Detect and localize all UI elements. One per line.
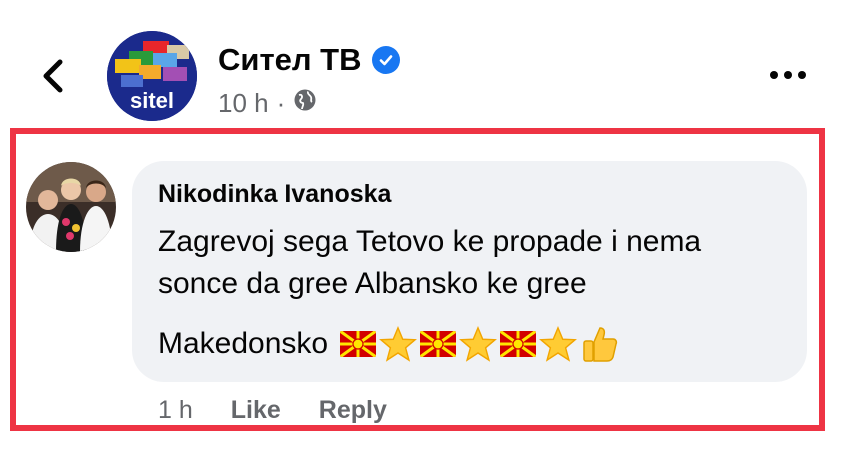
page-avatar[interactable]: sitel [107,31,197,121]
reply-button[interactable]: Reply [319,396,387,425]
commenter-avatar[interactable] [26,162,116,252]
emoji-row [340,324,620,364]
comment-text-line: sonce da gree Albansko ke gree [158,267,587,300]
comment-text-line: Zagrevoj sega Tetovo ke propade i nema [158,225,702,258]
star-icon [459,325,498,362]
more-dot-icon [798,71,806,79]
more-dot-icon [770,71,778,79]
star-icon [539,325,578,362]
svg-text:sitel: sitel [130,88,174,113]
more-dot-icon [784,71,792,79]
star-icon [379,325,418,362]
chevron-left-icon [43,59,63,93]
comment-author[interactable]: Nikodinka Ivanoska [158,180,391,209]
verified-badge-icon [371,46,400,74]
commenter-photo [26,162,116,252]
back-button[interactable] [36,56,70,96]
post-time[interactable]: 10 h [218,88,269,119]
comment-text-line: Makedonsko [158,324,620,364]
globe-icon [293,88,317,119]
post-meta: 10 h · [218,88,317,119]
sitel-logo: sitel [107,31,197,121]
macedonia-flag-icon [420,331,457,357]
like-button[interactable]: Like [231,396,281,425]
more-options-button[interactable] [768,62,808,88]
thumbs-up-icon [583,327,618,362]
comment-actions: 1 h Like Reply [158,396,387,425]
meta-separator: · [276,88,286,118]
page-name-label: Ситeл ТВ [218,42,362,77]
macedonia-flag-icon [340,331,377,357]
macedonia-flag-icon [500,331,537,357]
comment-text-word: Makedonsko [158,327,329,360]
page-name[interactable]: Ситeл ТВ [218,42,400,78]
comment-time[interactable]: 1 h [158,396,193,425]
